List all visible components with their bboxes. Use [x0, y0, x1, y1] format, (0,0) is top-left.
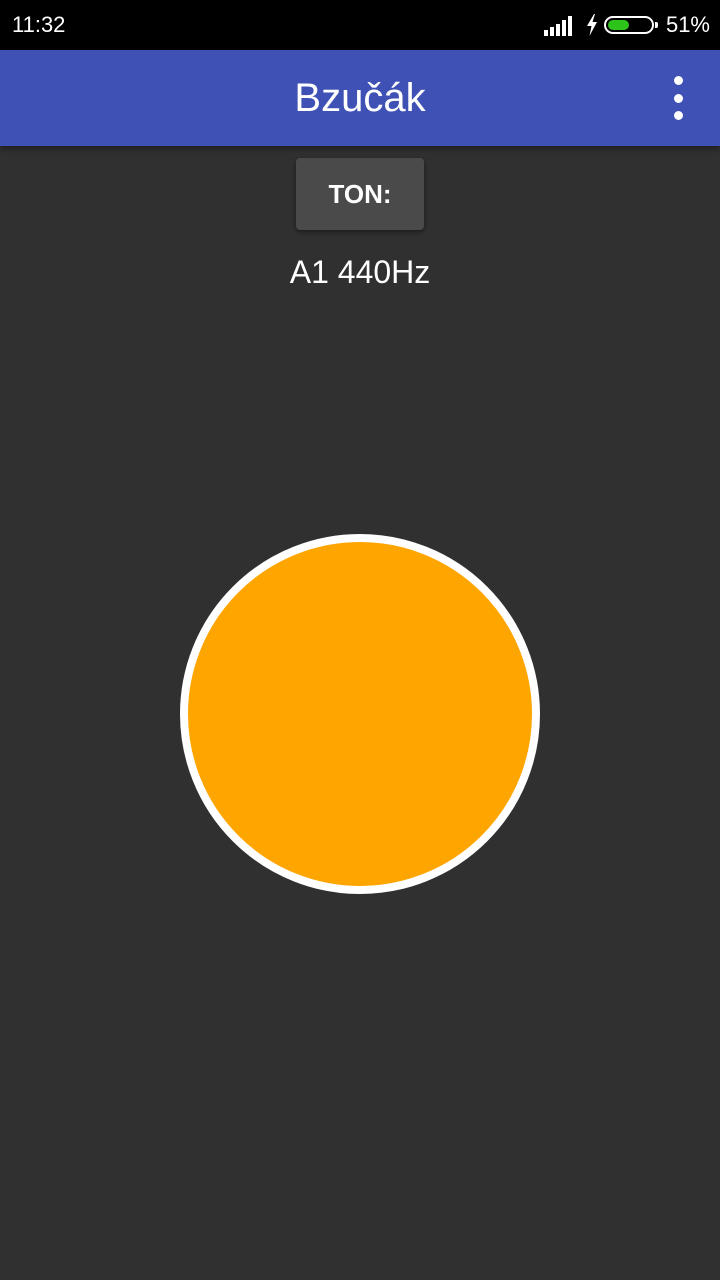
battery-percent: 51% — [665, 12, 710, 37]
status-icons: 51% — [543, 10, 710, 40]
app-title: Bzučák — [294, 76, 426, 120]
status-time: 11:32 — [12, 12, 66, 37]
battery-level-fill — [607, 20, 629, 30]
signal-icon — [543, 14, 574, 36]
status-bar: 11:32 51% — [0, 0, 720, 50]
tone-button[interactable]: TON: — [296, 158, 424, 230]
buzzer-button[interactable] — [180, 534, 540, 894]
more-vert-icon[interactable] — [666, 76, 690, 120]
battery-icon — [603, 16, 658, 34]
bolt-icon — [586, 14, 597, 36]
app-bar: Bzučák — [0, 50, 720, 146]
tone-value: A1 440Hz — [289, 254, 431, 290]
